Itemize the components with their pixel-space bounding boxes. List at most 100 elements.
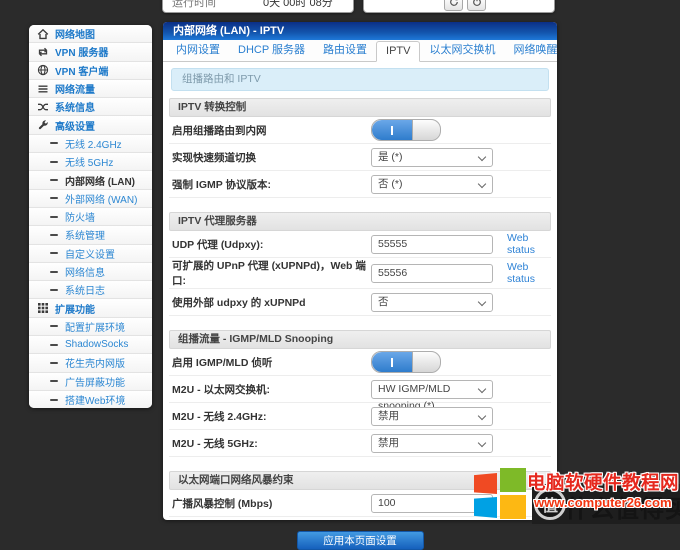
setting-label: 可扩展的 UPnP 代理 (xUPNPd)，Web 端口: xyxy=(172,258,371,288)
dash-icon xyxy=(50,271,58,273)
web-status-link[interactable]: Web status xyxy=(507,261,551,285)
toggle-on-track xyxy=(372,120,412,140)
settings-section: IPTV 代理服务器 UDP 代理 (Udpxy): Web status 可扩展的 … xyxy=(169,212,551,316)
sidebar-item[interactable]: 系统管理 xyxy=(29,226,152,244)
home-icon xyxy=(37,28,49,40)
select-dropdown[interactable]: 是 (*) xyxy=(371,148,493,167)
select-value: 否 (*) xyxy=(378,178,403,190)
sidebar-item[interactable]: 网络地图 xyxy=(29,25,152,43)
sidebar-item[interactable]: 自定义设置 xyxy=(29,245,152,263)
sidebar-item[interactable]: 网络流量 xyxy=(29,80,152,98)
text-input[interactable] xyxy=(371,264,493,283)
toggle-on-track xyxy=(372,352,412,372)
dash-icon xyxy=(50,344,58,346)
sidebar-item-label: 内部网络 (LAN) xyxy=(65,173,135,188)
sidebar-item[interactable]: VPN 服务器 xyxy=(29,43,152,61)
sidebar-item[interactable]: 广告屏蔽功能 xyxy=(29,373,152,391)
setting-label: M2U - 无线 2.4GHz: xyxy=(172,409,371,424)
select-value: 是 (*) xyxy=(378,151,403,163)
sidebar-item-label: 系统信息 xyxy=(55,99,95,114)
text-input[interactable] xyxy=(371,235,493,254)
apply-button[interactable]: 应用本页面设置 xyxy=(297,531,424,550)
sidebar-item-label: 花生壳内网版 xyxy=(65,355,125,370)
settings-row: M2U - 无线 5GHz:禁用 xyxy=(169,430,551,457)
settings-row: 强制 IGMP 协议版本:否 (*) xyxy=(169,171,551,198)
sidebar-item[interactable]: 外部网络 (WAN) xyxy=(29,190,152,208)
sidebar-item[interactable]: 无线 5GHz xyxy=(29,153,152,171)
sidebar-item[interactable]: 扩展功能 xyxy=(29,299,152,317)
sidebar-item[interactable]: 高级设置 xyxy=(29,116,152,134)
dash-icon xyxy=(50,216,58,218)
sidebar-item[interactable]: 系统日志 xyxy=(29,281,152,299)
toggle-tick-icon xyxy=(391,358,393,367)
sidebar-item[interactable]: 网络信息 xyxy=(29,263,152,281)
chevron-down-icon xyxy=(478,152,486,160)
sidebar-item-label: 配置扩展环境 xyxy=(65,319,125,334)
tab-bar: 内网设置DHCP 服务器路由设置IPTV以太网交换机网络唤醒 xyxy=(163,40,557,62)
select-dropdown[interactable]: 禁用 xyxy=(371,407,493,426)
setting-label: UDP 代理 (Udpxy): xyxy=(172,237,371,252)
sidebar-item[interactable]: 搭建Web环境 xyxy=(29,391,152,408)
uptime-card: 运行时间 0天 00时 08分 xyxy=(162,0,354,13)
toggle-switch[interactable] xyxy=(371,351,441,373)
select-dropdown[interactable]: 否 xyxy=(371,293,493,312)
dash-icon xyxy=(50,362,58,364)
toggle-knob[interactable] xyxy=(412,120,440,140)
toggle-knob[interactable] xyxy=(412,352,440,372)
setting-label: 广播风暴控制 (Mbps) xyxy=(172,496,371,511)
dash-icon xyxy=(50,142,58,144)
select-value: 否 xyxy=(378,296,389,308)
section-title: IPTV 转换控制 xyxy=(169,98,551,117)
sidebar-item[interactable]: 系统信息 xyxy=(29,98,152,116)
tab-内网设置[interactable]: 内网设置 xyxy=(167,38,229,61)
sidebar-item-label: 网络流量 xyxy=(55,81,95,96)
section-title: IPTV 代理服务器 xyxy=(169,212,551,231)
dash-icon xyxy=(50,179,58,181)
wrench-icon xyxy=(37,119,49,131)
settings-row: 启用组播路由到内网 xyxy=(169,117,551,144)
dash-icon xyxy=(50,161,58,163)
setting-label: 实现快速频道切换 xyxy=(172,150,371,165)
settings-section: IPTV 转换控制启用组播路由到内网实现快速频道切换是 (*) 强制 IGMP 协… xyxy=(169,98,551,198)
tab-路由设置[interactable]: 路由设置 xyxy=(314,38,376,61)
sidebar-item-label: 网络信息 xyxy=(65,264,105,279)
tab-网络唤醒[interactable]: 网络唤醒 xyxy=(504,38,566,61)
sidebar-item-label: 扩展功能 xyxy=(55,301,95,316)
dash-icon xyxy=(50,234,58,236)
toggle-switch[interactable] xyxy=(371,119,441,141)
sidebar-item[interactable]: ShadowSocks xyxy=(29,336,152,354)
settings-row: UDP 代理 (Udpxy): Web status xyxy=(169,231,551,258)
sidebar-item[interactable]: 无线 2.4GHz xyxy=(29,135,152,153)
select-dropdown[interactable]: 否 (*) xyxy=(371,175,493,194)
dash-icon xyxy=(50,399,58,401)
windows-logo-icon xyxy=(472,465,526,517)
sidebar-item-label: 自定义设置 xyxy=(65,246,115,261)
sidebar-item-label: 防火墙 xyxy=(65,209,95,224)
sidebar-item[interactable]: 配置扩展环境 xyxy=(29,318,152,336)
sidebar-item-label: 高级设置 xyxy=(55,118,95,133)
setting-label: 启用组播路由到内网 xyxy=(172,123,371,138)
setting-label: M2U - 以太网交换机: xyxy=(172,382,371,397)
refresh-icon xyxy=(449,0,459,10)
tab-iptv[interactable]: IPTV xyxy=(376,41,420,62)
tab-dhcp-服务器[interactable]: DHCP 服务器 xyxy=(229,38,314,61)
dash-icon xyxy=(50,325,58,327)
sidebar-item[interactable]: VPN 客户端 xyxy=(29,62,152,80)
watermark: 什么值得买 值 电脑软硬件教程网 www.computer26.com xyxy=(470,460,680,524)
power-button[interactable] xyxy=(467,0,486,11)
logo-tile-green xyxy=(500,468,526,492)
sidebar-item[interactable]: 防火墙 xyxy=(29,208,152,226)
select-dropdown[interactable]: 禁用 xyxy=(371,434,493,453)
select-dropdown[interactable]: HW IGMP/MLD snooping (*) xyxy=(371,380,493,399)
sidebar-item-label: 系统管理 xyxy=(65,227,105,242)
watermark-site-url: www.computer26.com xyxy=(534,495,672,510)
section-title: 组播流量 - IGMP/MLD Snooping xyxy=(169,330,551,349)
refresh-button[interactable] xyxy=(444,0,463,11)
sidebar-item[interactable]: 花生壳内网版 xyxy=(29,354,152,372)
web-status-link[interactable]: Web status xyxy=(507,232,551,256)
sidebar-item-label: 外部网络 (WAN) xyxy=(65,191,137,206)
tab-以太网交换机[interactable]: 以太网交换机 xyxy=(420,38,504,61)
main-panel: 内部网络 (LAN) - IPTV 内网设置DHCP 服务器路由设置IPTV以太… xyxy=(163,22,557,520)
chevron-down-icon xyxy=(478,179,486,187)
sidebar-item[interactable]: 内部网络 (LAN) xyxy=(29,171,152,189)
